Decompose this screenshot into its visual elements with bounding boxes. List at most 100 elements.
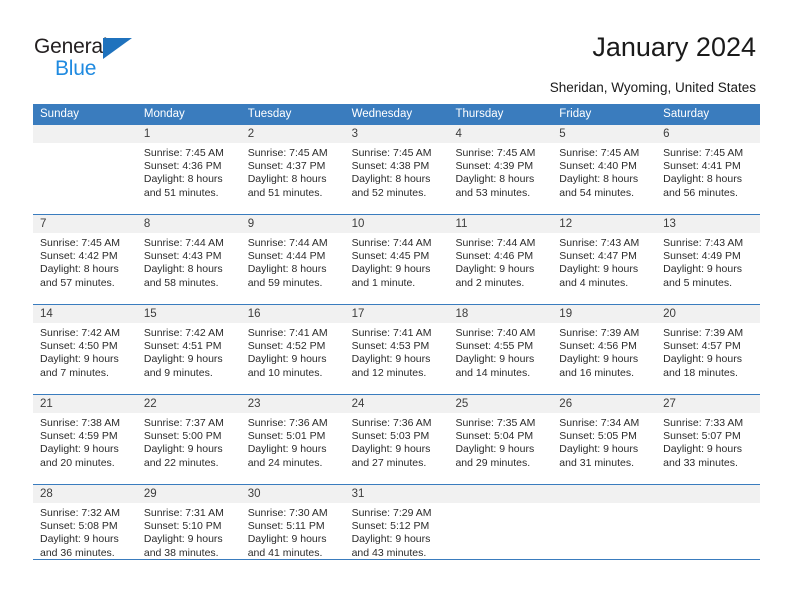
- calendar-day-cell[interactable]: 11 Sunrise: 7:44 AM Sunset: 4:46 PM Dayligh…: [448, 215, 553, 304]
- daylight-text-line2: and 36 minutes.: [40, 546, 115, 559]
- day-number-band: 5: [552, 125, 657, 143]
- day-details: Sunrise: 7:41 AM Sunset: 4:53 PM Daylight:…: [345, 323, 449, 380]
- calendar-day-cell[interactable]: 17 Sunrise: 7:41 AM Sunset: 4:53 PM Dayligh…: [344, 305, 449, 394]
- daylight-text-line2: and 41 minutes.: [247, 546, 323, 559]
- daylight-text-line1: Daylight: 9 hours: [247, 353, 327, 366]
- sunset-text: Sunset: 5:12 PM: [351, 520, 430, 533]
- calendar-day-cell[interactable]: 2 Sunrise: 7:45 AM Sunset: 4:37 PM Daylight…: [240, 125, 345, 214]
- calendar-day-cell[interactable]: 15 Sunrise: 7:42 AM Sunset: 4:51 PM Dayligh…: [136, 305, 241, 394]
- calendar-day-cell[interactable]: 29 Sunrise: 7:31 AM Sunset: 5:10 PM Dayligh…: [136, 485, 241, 574]
- daylight-text-line1: Daylight: 8 hours: [143, 263, 223, 276]
- daylight-text-line1: Daylight: 8 hours: [247, 263, 327, 276]
- sunrise-text: Sunrise: 7:45 AM: [351, 147, 432, 159]
- sunrise-text: Sunrise: 7:42 AM: [143, 327, 224, 339]
- calendar-day-cell[interactable]: 23 Sunrise: 7:36 AM Sunset: 5:01 PM Dayligh…: [240, 395, 345, 484]
- weekday-header-saturday: Saturday: [663, 108, 710, 120]
- day-number-band: 24: [344, 395, 449, 413]
- day-details: Sunrise: 7:39 AM Sunset: 4:57 PM Daylight:…: [656, 323, 760, 380]
- calendar-weeks: 1 Sunrise: 7:45 AM Sunset: 4:36 PM Daylight…: [33, 125, 761, 574]
- calendar-day-cell[interactable]: 13 Sunrise: 7:43 AM Sunset: 4:49 PM Dayligh…: [656, 215, 761, 304]
- sunset-text: Sunset: 4:42 PM: [40, 250, 118, 263]
- calendar-day-cell[interactable]: 24 Sunrise: 7:36 AM Sunset: 5:03 PM Dayligh…: [344, 395, 449, 484]
- daylight-text-line1: Daylight: 9 hours: [351, 353, 431, 366]
- sunset-text: Sunset: 4:41 PM: [663, 160, 741, 173]
- calendar-day-cell[interactable]: 8 Sunrise: 7:44 AM Sunset: 4:43 PM Daylight…: [136, 215, 241, 304]
- daylight-text-line1: Daylight: 9 hours: [143, 353, 223, 366]
- daylight-text-line1: Daylight: 9 hours: [40, 533, 119, 546]
- daylight-text-line2: and 7 minutes.: [40, 366, 109, 379]
- calendar-day-cell[interactable]: 3 Sunrise: 7:45 AM Sunset: 4:38 PM Daylight…: [344, 125, 449, 214]
- day-details: Sunrise: 7:44 AM Sunset: 4:45 PM Daylight:…: [345, 233, 449, 290]
- daylight-text-line1: Daylight: 8 hours: [559, 173, 639, 186]
- calendar-day-cell[interactable]: 30 Sunrise: 7:30 AM Sunset: 5:11 PM Dayligh…: [240, 485, 345, 574]
- sunrise-text: Sunrise: 7:29 AM: [351, 507, 432, 519]
- day-number: 5: [559, 128, 566, 140]
- day-number-band: 15: [136, 305, 241, 323]
- daylight-text-line1: Daylight: 9 hours: [559, 443, 639, 456]
- day-number-band: 1: [136, 125, 241, 143]
- day-details: Sunrise: 7:33 AM Sunset: 5:07 PM Daylight:…: [656, 413, 760, 470]
- sunset-text: Sunset: 4:43 PM: [143, 250, 222, 263]
- calendar-day-cell[interactable]: 12 Sunrise: 7:43 AM Sunset: 4:47 PM Dayligh…: [552, 215, 657, 304]
- sunrise-text: Sunrise: 7:45 AM: [455, 147, 536, 159]
- day-number: 18: [455, 308, 469, 320]
- sunrise-text: Sunrise: 7:44 AM: [455, 237, 536, 249]
- calendar-day-cell[interactable]: 9 Sunrise: 7:44 AM Sunset: 4:44 PM Daylight…: [240, 215, 345, 304]
- day-details: Sunrise: 7:36 AM Sunset: 5:01 PM Daylight:…: [241, 413, 345, 470]
- calendar-day-cell[interactable]: 18 Sunrise: 7:40 AM Sunset: 4:55 PM Dayligh…: [448, 305, 553, 394]
- calendar-day-cell[interactable]: 16 Sunrise: 7:41 AM Sunset: 4:52 PM Dayligh…: [240, 305, 345, 394]
- calendar-day-cell[interactable]: 27 Sunrise: 7:33 AM Sunset: 5:07 PM Dayligh…: [656, 395, 761, 484]
- calendar-day-cell[interactable]: 31 Sunrise: 7:29 AM Sunset: 5:12 PM Dayligh…: [344, 485, 449, 574]
- day-number: 4: [455, 128, 462, 140]
- day-details: Sunrise: 7:44 AM Sunset: 4:46 PM Daylight:…: [448, 233, 552, 290]
- sunrise-text: Sunrise: 7:45 AM: [143, 147, 224, 159]
- daylight-text-line1: Daylight: 9 hours: [351, 263, 431, 276]
- daylight-text-line1: Daylight: 9 hours: [663, 263, 742, 276]
- calendar-day-cell[interactable]: 21 Sunrise: 7:38 AM Sunset: 4:59 PM Dayligh…: [33, 395, 137, 484]
- daylight-text-line1: Daylight: 9 hours: [455, 353, 535, 366]
- calendar-day-cell[interactable]: 26 Sunrise: 7:34 AM Sunset: 5:05 PM Dayligh…: [552, 395, 657, 484]
- calendar-day-cell[interactable]: 7 Sunrise: 7:45 AM Sunset: 4:42 PM Daylight…: [33, 215, 137, 304]
- calendar-day-cell[interactable]: 28 Sunrise: 7:32 AM Sunset: 5:08 PM Dayligh…: [33, 485, 137, 574]
- calendar-day-cell[interactable]: 5 Sunrise: 7:45 AM Sunset: 4:40 PM Daylight…: [552, 125, 657, 214]
- day-details: Sunrise: 7:45 AM Sunset: 4:36 PM Daylight:…: [137, 143, 241, 200]
- sunset-text: Sunset: 4:45 PM: [351, 250, 430, 263]
- calendar-day-cell[interactable]: 25 Sunrise: 7:35 AM Sunset: 5:04 PM Dayligh…: [448, 395, 553, 484]
- calendar-day-cell[interactable]: 1 Sunrise: 7:45 AM Sunset: 4:36 PM Daylight…: [136, 125, 241, 214]
- weekday-header-row: Sunday Monday Tuesday Wednesday Thursday…: [33, 104, 760, 125]
- daylight-text-line2: and 54 minutes.: [559, 186, 635, 199]
- daylight-text-line2: and 38 minutes.: [143, 546, 219, 559]
- logo-text-general: General: [34, 35, 108, 58]
- sunrise-text: Sunrise: 7:41 AM: [247, 327, 328, 339]
- day-details: Sunrise: 7:31 AM Sunset: 5:10 PM Daylight:…: [137, 503, 241, 560]
- sunset-text: Sunset: 5:03 PM: [351, 430, 430, 443]
- day-details: Sunrise: 7:36 AM Sunset: 5:03 PM Daylight:…: [345, 413, 449, 470]
- daylight-text-line2: and 24 minutes.: [247, 456, 323, 469]
- calendar-day-cell[interactable]: 19 Sunrise: 7:39 AM Sunset: 4:56 PM Dayligh…: [552, 305, 657, 394]
- sunrise-text: Sunrise: 7:45 AM: [663, 147, 744, 159]
- triangle-icon: [103, 38, 132, 59]
- day-number: 2: [247, 128, 255, 140]
- daylight-text-line2: and 51 minutes.: [247, 186, 323, 199]
- calendar-day-cell[interactable]: 14 Sunrise: 7:42 AM Sunset: 4:50 PM Dayligh…: [33, 305, 137, 394]
- page-subtitle: Sheridan, Wyoming, United States: [549, 80, 756, 95]
- calendar-day-cell[interactable]: 4 Sunrise: 7:45 AM Sunset: 4:39 PM Daylight…: [448, 125, 553, 214]
- calendar-day-cell[interactable]: 6 Sunrise: 7:45 AM Sunset: 4:41 PM Daylight…: [656, 125, 761, 214]
- sunset-text: Sunset: 4:51 PM: [143, 340, 222, 353]
- day-number-band: 31: [344, 485, 449, 503]
- sunrise-text: Sunrise: 7:45 AM: [559, 147, 640, 159]
- calendar-day-cell[interactable]: 22 Sunrise: 7:37 AM Sunset: 5:00 PM Dayligh…: [136, 395, 241, 484]
- day-details: Sunrise: 7:30 AM Sunset: 5:11 PM Daylight:…: [241, 503, 345, 560]
- calendar-week-row: 21 Sunrise: 7:38 AM Sunset: 4:59 PM Dayligh…: [33, 394, 761, 484]
- calendar-day-cell[interactable]: 10 Sunrise: 7:44 AM Sunset: 4:45 PM Dayligh…: [344, 215, 449, 304]
- day-details: Sunrise: 7:42 AM Sunset: 4:51 PM Daylight:…: [137, 323, 241, 380]
- calendar-day-cell-empty: [33, 125, 137, 214]
- calendar-day-cell[interactable]: 20 Sunrise: 7:39 AM Sunset: 4:57 PM Dayligh…: [656, 305, 761, 394]
- day-number: 6: [663, 128, 670, 140]
- daylight-text-line2: and 57 minutes.: [40, 276, 115, 289]
- daylight-text-line1: Daylight: 9 hours: [559, 263, 639, 276]
- sunset-text: Sunset: 4:39 PM: [455, 160, 534, 173]
- sunset-text: Sunset: 4:38 PM: [351, 160, 430, 173]
- sunrise-text: Sunrise: 7:44 AM: [247, 237, 328, 249]
- sunrise-text: Sunrise: 7:34 AM: [559, 417, 640, 429]
